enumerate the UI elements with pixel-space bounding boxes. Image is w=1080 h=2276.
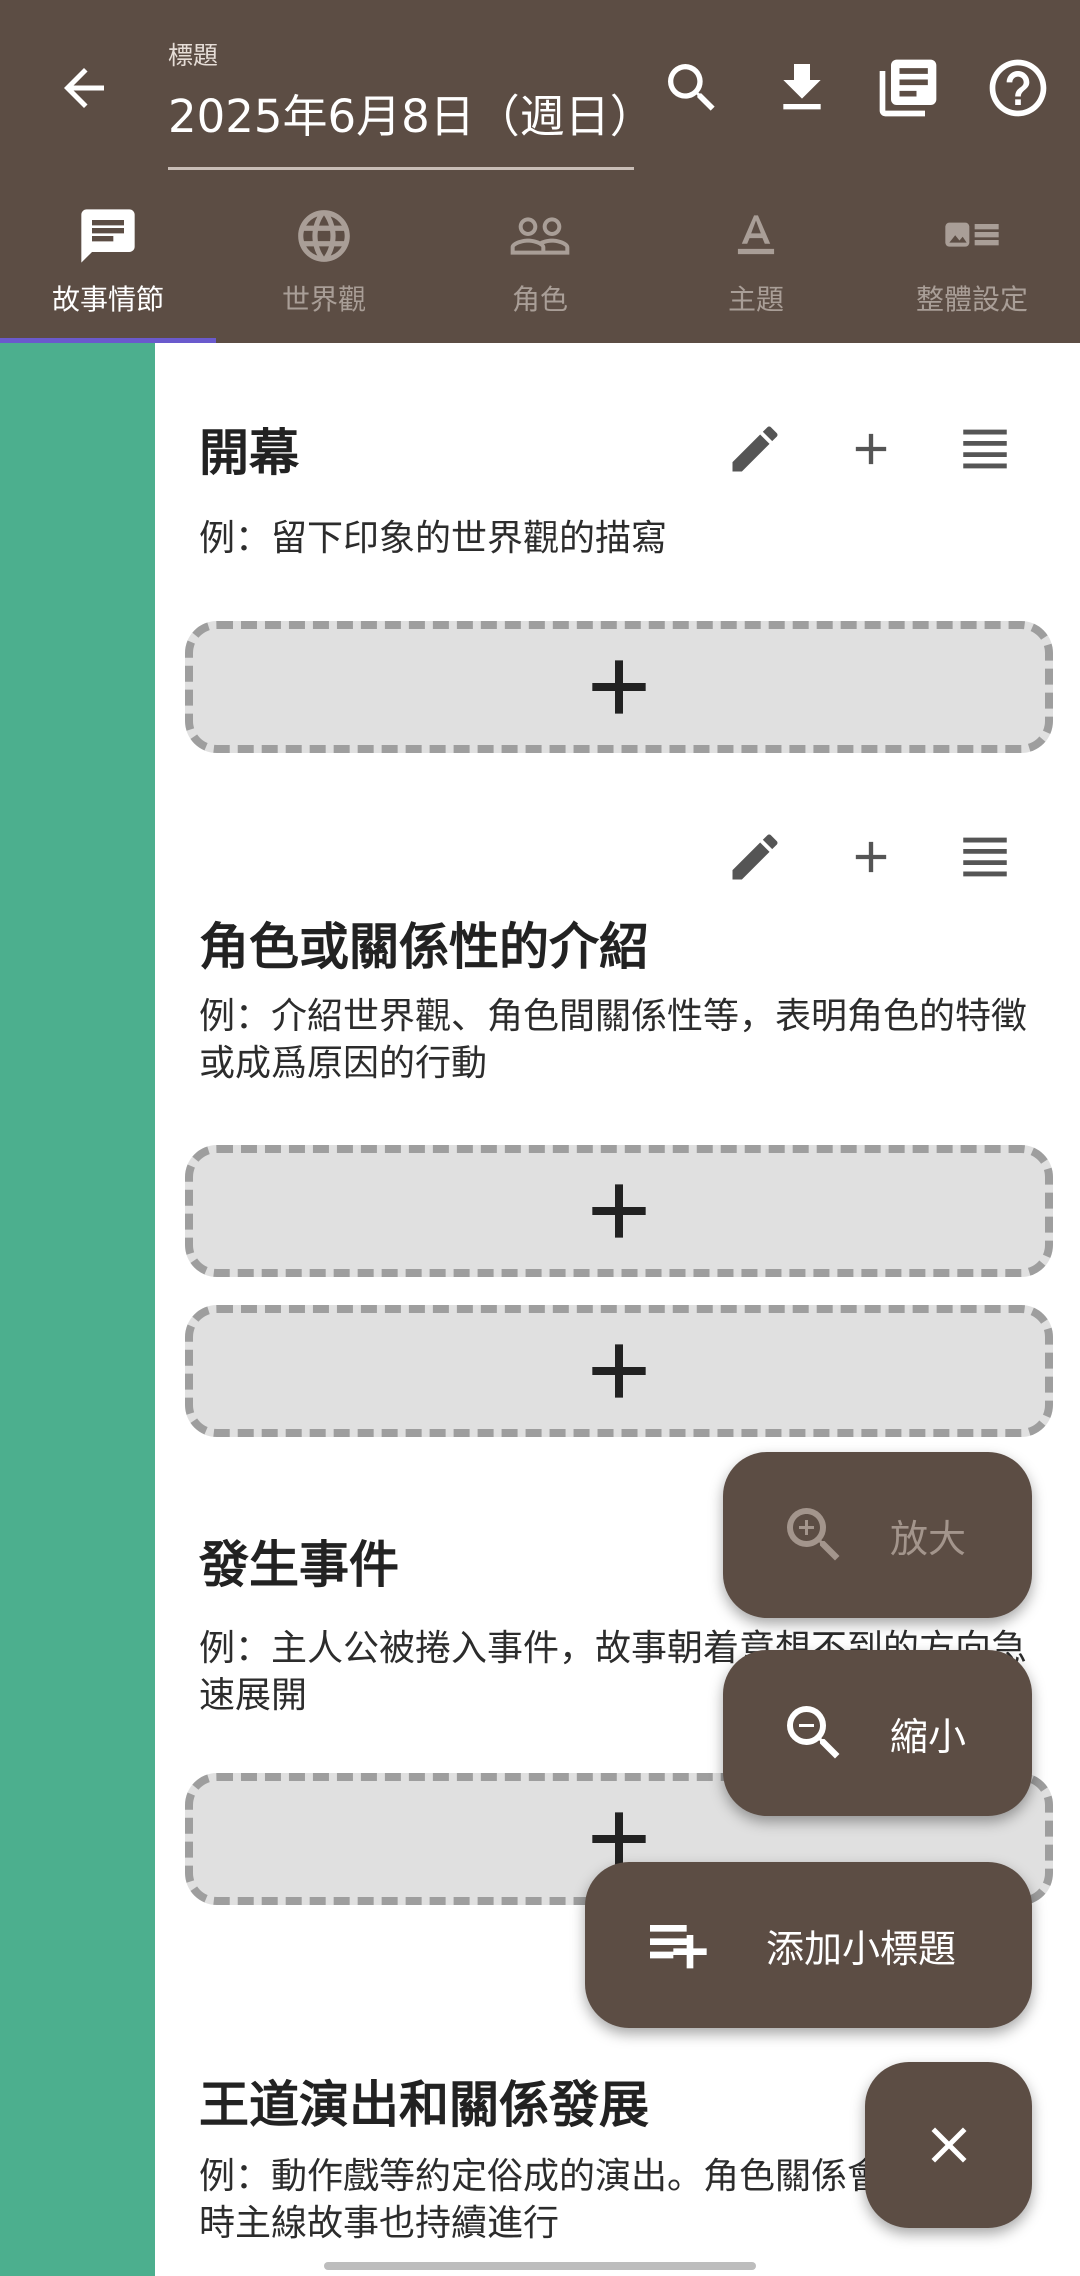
section-title: 王道演出和關係發展	[199, 2076, 649, 2134]
section-description: 例：留下印象的世界觀的描寫	[199, 518, 668, 559]
add-entry-button[interactable]	[831, 817, 911, 897]
tab-overall-settings[interactable]: 整體設定	[864, 190, 1080, 343]
tab-characters[interactable]: 角色	[432, 190, 648, 343]
title-field-value[interactable]: 2025年6月8日（週日）	[168, 80, 655, 145]
section-description: 例：介紹世界觀、角色間關係性等，表明角色的特徵或成爲原因的行動	[199, 996, 1028, 1084]
edit-section-button[interactable]	[715, 409, 795, 489]
menu-lines-icon	[963, 837, 1007, 877]
menu-lines-icon	[963, 429, 1007, 469]
tab-story[interactable]: 故事情節	[0, 190, 216, 343]
add-card-placeholder[interactable]	[185, 1145, 1053, 1277]
download-button[interactable]	[758, 44, 846, 132]
section-tools	[715, 817, 1035, 897]
playlist-add-icon	[650, 1925, 707, 1969]
search-icon	[668, 64, 715, 111]
section-title: 角色或關係性的介紹	[199, 918, 649, 976]
add-entry-button[interactable]	[831, 409, 911, 489]
library-books-icon	[879, 59, 937, 117]
zoom-in-fab[interactable]: 放大	[723, 1452, 1032, 1618]
edit-section-button[interactable]	[715, 817, 795, 897]
back-arrow-icon	[64, 68, 104, 108]
home-indicator	[324, 2262, 756, 2270]
add-card-placeholder[interactable]	[185, 621, 1053, 753]
tab-label: 主題	[727, 283, 784, 316]
tab-bar: 故事情節 世界觀 角色 主題 整體設定	[0, 190, 1080, 343]
section-tools	[715, 409, 1035, 489]
plus-icon	[592, 660, 646, 714]
title-field[interactable]: 標題 2025年6月8日（週日）	[168, 30, 655, 170]
library-button[interactable]	[864, 44, 952, 132]
zoom-out-fab[interactable]: 縮小	[723, 1650, 1032, 1816]
side-color-strip	[0, 343, 155, 2276]
tab-label: 世界觀	[281, 283, 366, 316]
close-fab[interactable]	[865, 2062, 1032, 2228]
people-icon	[510, 217, 570, 255]
plus-icon	[592, 1344, 646, 1398]
tab-label: 角色	[511, 283, 568, 316]
zoom-in-label: 放大	[890, 1516, 967, 1561]
chat-icon	[81, 209, 135, 263]
help-icon	[989, 59, 1047, 117]
help-button[interactable]	[974, 44, 1062, 132]
zoom-out-icon	[787, 1706, 840, 1759]
pencil-icon	[732, 426, 778, 472]
back-button[interactable]	[44, 48, 124, 128]
plus-icon	[592, 1184, 646, 1238]
close-icon	[931, 2127, 966, 2163]
plus-icon	[855, 433, 887, 465]
reorder-button[interactable]	[945, 409, 1025, 489]
tab-theme[interactable]: 主題	[648, 190, 864, 343]
zoom-out-label: 縮小	[890, 1714, 967, 1759]
top-app-bar: 標題 2025年6月8日（週日） 故事情節 世界觀 角色 主題 整體設定	[0, 0, 1080, 343]
tab-world[interactable]: 世界觀	[216, 190, 432, 343]
plus-icon	[855, 841, 887, 873]
text-format-icon	[737, 215, 775, 255]
image-list-icon	[945, 222, 999, 247]
pencil-icon	[732, 834, 778, 880]
add-subtitle-fab[interactable]: 添加小標題	[585, 1862, 1032, 2028]
tab-label: 故事情節	[51, 283, 164, 316]
globe-icon	[298, 210, 350, 262]
reorder-button[interactable]	[945, 817, 1025, 897]
add-card-placeholder[interactable]	[185, 1305, 1053, 1437]
title-field-label: 標題	[168, 41, 219, 70]
tab-label: 整體設定	[915, 283, 1028, 316]
zoom-in-icon	[787, 1508, 840, 1561]
section-title: 發生事件	[199, 1536, 399, 1594]
download-icon	[783, 64, 821, 110]
section-title: 開幕	[199, 424, 299, 482]
search-button[interactable]	[648, 44, 736, 132]
add-subtitle-label: 添加小標題	[766, 1926, 957, 1971]
